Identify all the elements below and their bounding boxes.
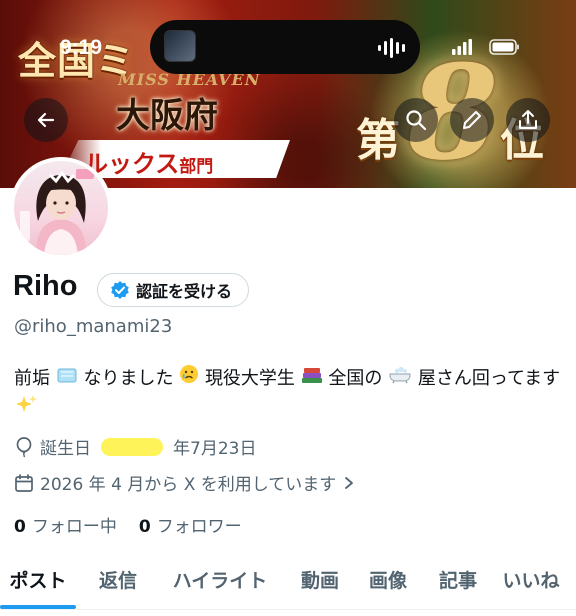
profile-tabs: ポスト 返信 ハイライト 動画 画像 記事 いいね: [0, 548, 576, 610]
balloon-icon: [16, 436, 32, 457]
following-count: 0: [14, 517, 26, 537]
tab-highlights-label: ハイライト: [172, 570, 268, 592]
edit-button[interactable]: [450, 98, 494, 142]
avatar[interactable]: [10, 157, 112, 259]
tab-videos[interactable]: 動画: [292, 548, 348, 609]
tab-replies-label: 返信: [98, 570, 137, 592]
search-icon: [406, 110, 427, 131]
tab-photos[interactable]: 画像: [360, 548, 416, 609]
display-name: Riho: [13, 270, 78, 302]
tab-replies[interactable]: 返信: [88, 548, 148, 609]
avatar-illustration: [20, 169, 94, 255]
sparkles-emoji-icon: [16, 395, 37, 412]
followers-label: フォロワー: [156, 517, 242, 537]
audio-waveform-icon: [378, 38, 405, 58]
bio: 前垢 なりました 現役大学生 全国の 屋さん回ってます: [14, 364, 566, 424]
share-button[interactable]: [506, 98, 550, 142]
status-time: 9:19: [60, 36, 103, 59]
banner-prefecture: 大阪府: [116, 96, 218, 136]
joined-row[interactable]: 2026 年 4 月から X を利用しています: [14, 470, 356, 495]
follow-stats: 0 フォロー中 0 フォロワー: [14, 512, 242, 537]
verified-badge-icon: [111, 281, 129, 299]
books-emoji-icon: [301, 368, 322, 383]
calendar-icon: [15, 473, 33, 492]
followers-link[interactable]: 0 フォロワー: [139, 512, 242, 537]
joined-date: 2026 年 4 月から X を利用しています: [40, 475, 337, 495]
bio-text-5: 屋さん回ってます: [417, 368, 561, 389]
banner-rank-prefix: 第: [356, 115, 400, 166]
bio-text-3: 現役大学生: [204, 368, 295, 389]
bio-text-2: なりました: [83, 368, 174, 389]
get-verified-label: 認証を受ける: [136, 282, 233, 301]
tab-videos-label: 動画: [300, 570, 339, 592]
ice-cube-emoji-icon: [57, 368, 77, 383]
followers-count: 0: [138, 517, 151, 537]
tab-photos-label: 画像: [368, 570, 407, 592]
now-playing-artwork: [164, 30, 196, 62]
banner-category: ルックス部門: [84, 144, 213, 179]
tab-articles-label: 記事: [438, 570, 477, 592]
tab-likes-label: いいね: [502, 570, 560, 592]
battery-icon: [489, 39, 519, 55]
user-handle: @riho_manami23: [14, 316, 173, 337]
tab-articles[interactable]: 記事: [430, 548, 486, 609]
tab-posts[interactable]: ポスト: [0, 548, 76, 609]
tab-highlights[interactable]: ハイライト: [162, 548, 278, 609]
cellular-signal-icon: [452, 39, 472, 55]
birthday-date: 年7月23日: [173, 439, 257, 459]
tab-likes[interactable]: いいね: [496, 548, 566, 609]
sad-face-emoji-icon: [180, 365, 199, 383]
redacted-birth-year: [101, 437, 163, 456]
bio-text-1: 前垢: [14, 368, 50, 389]
status-icons: [452, 39, 519, 55]
share-icon: [519, 110, 537, 129]
active-tab-indicator: [0, 605, 76, 609]
arrow-left-icon: [37, 112, 55, 128]
back-button[interactable]: [24, 98, 68, 142]
bathtub-emoji-icon: [389, 366, 411, 384]
get-verified-button[interactable]: 認証を受ける: [97, 273, 250, 307]
birthday-row: 誕生日 年7月23日: [14, 434, 256, 459]
birthday-label: 誕生日: [40, 439, 91, 459]
avatar-photo: [14, 161, 108, 255]
following-link[interactable]: 0 フォロー中: [14, 512, 117, 537]
chevron-right-icon: [345, 476, 354, 489]
search-button[interactable]: [394, 98, 438, 142]
pencil-icon: [463, 111, 481, 129]
banner-category-suffix: 部門: [179, 157, 214, 177]
tab-posts-label: ポスト: [9, 570, 67, 592]
following-label: フォロー中: [31, 517, 117, 537]
bio-text-4: 全国の: [328, 368, 383, 389]
